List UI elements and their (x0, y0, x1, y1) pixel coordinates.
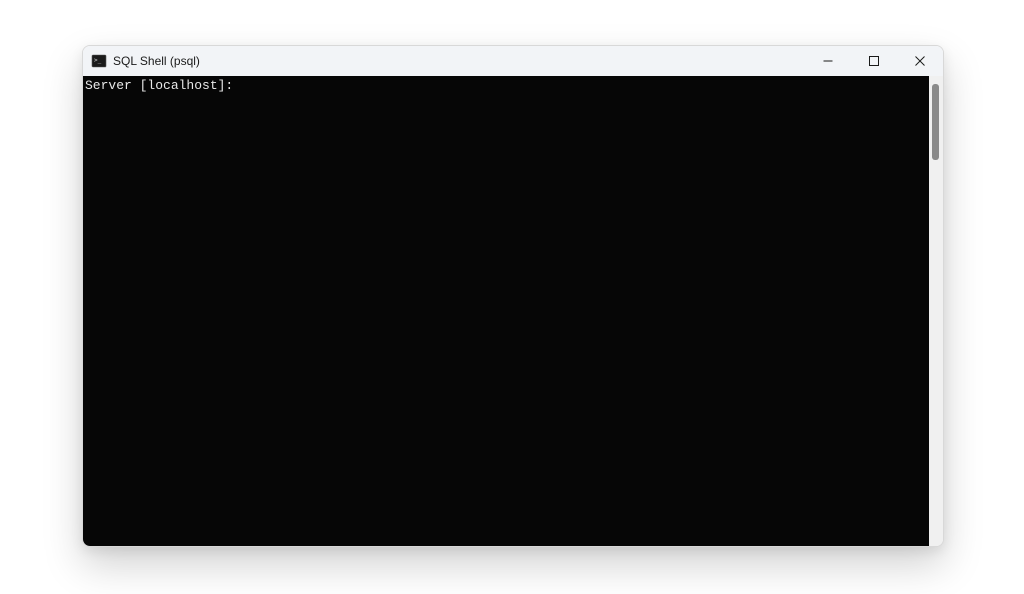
minimize-button[interactable] (805, 46, 851, 76)
app-window: >_ SQL Shell (psql) (82, 45, 944, 547)
window-controls (805, 46, 943, 76)
vertical-scrollbar[interactable] (929, 76, 943, 546)
terminal-output[interactable]: Server [localhost]: (83, 76, 929, 546)
svg-text:>_: >_ (94, 57, 102, 64)
terminal-prompt-line: Server [localhost]: (85, 78, 233, 93)
scrollbar-thumb[interactable] (932, 84, 939, 160)
maximize-button[interactable] (851, 46, 897, 76)
terminal-icon: >_ (91, 53, 107, 69)
titlebar[interactable]: >_ SQL Shell (psql) (83, 46, 943, 76)
close-button[interactable] (897, 46, 943, 76)
window-title: SQL Shell (psql) (113, 54, 200, 68)
client-area: Server [localhost]: (83, 76, 943, 546)
